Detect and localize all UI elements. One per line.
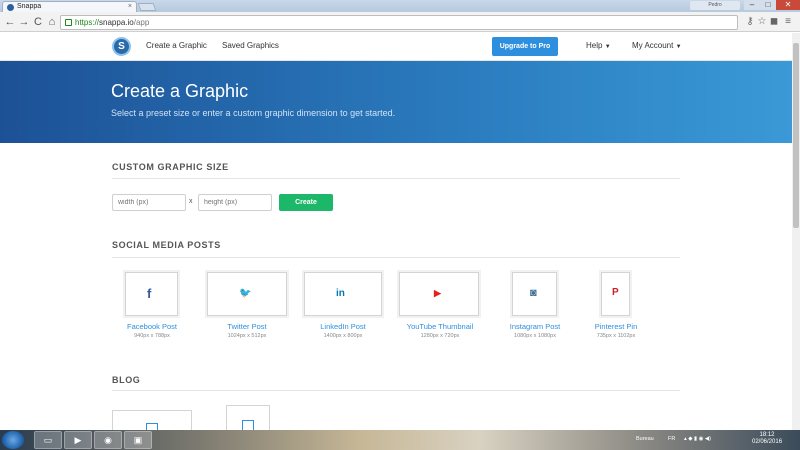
windows-taskbar: ▭ ▶ ◉ ▣ Bureau FR ▴ ◆ ▮ ◉ ◀) 18:12 02/06… — [0, 430, 800, 450]
app-header: S Create a Graphic Saved Graphics Upgrad… — [0, 33, 792, 61]
custom-size-heading: CUSTOM GRAPHIC SIZE — [112, 162, 229, 172]
back-arrow-icon[interactable]: ← — [4, 15, 16, 29]
tray-icons[interactable]: ▴ ◆ ▮ ◉ ◀) — [684, 436, 711, 442]
nav-create-graphic[interactable]: Create a Graphic — [146, 41, 207, 50]
preset-name: Instagram Post — [509, 322, 561, 331]
chevron-down-icon: ▼ — [604, 44, 611, 50]
preset-name: Pinterest Pin — [594, 322, 638, 331]
lock-icon — [65, 19, 72, 26]
upgrade-to-pro-button[interactable]: Upgrade to Pro — [492, 37, 558, 56]
clock-date: 02/06/2016 — [752, 439, 783, 445]
browser-tab[interactable]: Snappa × — [2, 1, 137, 12]
divider — [112, 178, 680, 179]
key-icon[interactable]: ⚷ — [744, 16, 756, 28]
page-scrollbar[interactable] — [792, 33, 800, 430]
nav-help-label: Help — [586, 41, 603, 50]
page-title: Create a Graphic — [111, 81, 249, 101]
system-clock[interactable]: 18:12 02/06/2016 — [752, 432, 782, 446]
page-subtitle: Select a preset size or enter a custom g… — [111, 108, 396, 118]
home-icon[interactable]: ⌂ — [46, 15, 58, 29]
browser-toolbar: ← → C ⌂ https://snappa.io/app ⚷ ☆ ◼ ≡ — [0, 12, 800, 32]
preset-name: Twitter Post — [227, 322, 267, 331]
snappa-favicon-icon — [7, 4, 14, 11]
facebook-icon: f — [147, 286, 152, 301]
snappa-logo[interactable]: S — [112, 37, 131, 56]
preset-name: LinkedIn Post — [320, 322, 366, 331]
nav-my-account[interactable]: My Account ▼ — [632, 41, 682, 50]
hero-banner — [0, 61, 792, 143]
reload-icon[interactable]: C — [32, 15, 44, 29]
blog-heading: BLOG — [112, 375, 141, 385]
twitter-bird-icon: 🐦 — [239, 288, 252, 299]
social-heading: SOCIAL MEDIA POSTS — [112, 240, 221, 250]
tab-close-icon[interactable]: × — [128, 2, 132, 12]
divider — [112, 257, 680, 258]
window-maximize-button[interactable]: □ — [760, 0, 776, 10]
nav-saved-graphics[interactable]: Saved Graphics — [222, 41, 279, 50]
new-tab-button[interactable] — [137, 3, 157, 11]
url-host: snappa.io — [99, 18, 134, 27]
preset-size: 1080px x 1080px — [514, 333, 556, 339]
scrollbar-thumb[interactable] — [793, 43, 799, 228]
preset-name: Facebook Post — [126, 322, 178, 331]
preset-size: 1024px x 512px — [227, 333, 267, 339]
times-sign: x — [189, 198, 193, 205]
preset-name: YouTube Thumbnail — [406, 322, 474, 331]
forward-arrow-icon[interactable]: → — [18, 15, 30, 29]
browser-tab-strip: Snappa × Pedro – □ ✕ — [0, 0, 800, 12]
linkedin-icon: in — [336, 288, 345, 299]
youtube-icon: ▶ — [434, 288, 441, 298]
instagram-icon: ◙ — [530, 287, 537, 299]
chevron-down-icon: ▼ — [675, 44, 682, 50]
tab-title: Snappa — [17, 3, 42, 10]
pinterest-icon: P — [612, 287, 619, 298]
preset-size: 735px x 1102px — [596, 333, 636, 339]
blog-preset-thumbnail[interactable] — [112, 410, 192, 431]
width-input[interactable] — [112, 194, 186, 211]
nav-help[interactable]: Help ▼ — [586, 41, 611, 50]
preset-thumbnail — [125, 272, 178, 316]
extension-icon[interactable]: ◼ — [768, 16, 780, 28]
preset-size: 940px x 788px — [134, 333, 170, 339]
blog-preset-thumbnail[interactable] — [226, 405, 270, 431]
height-input[interactable] — [198, 194, 272, 211]
preset-size: 1400px x 800px — [323, 333, 363, 339]
preset-size: 1280px x 720px — [420, 333, 460, 339]
menu-icon[interactable]: ≡ — [782, 16, 794, 28]
url-scheme: https:// — [75, 18, 100, 27]
window-close-button[interactable]: ✕ — [776, 0, 800, 10]
start-button[interactable] — [2, 431, 24, 449]
address-bar[interactable]: https://snappa.io/app — [60, 15, 738, 30]
url-path: /app — [133, 18, 150, 27]
powerpoint-icon[interactable]: ▣ — [124, 431, 152, 449]
nav-account-label: My Account — [632, 41, 674, 50]
file-explorer-icon[interactable]: ▭ — [34, 431, 62, 449]
language-indicator[interactable]: FR — [668, 436, 675, 442]
chrome-icon[interactable]: ◉ — [94, 431, 122, 449]
window-minimize-button[interactable]: – — [744, 0, 760, 10]
divider — [112, 390, 680, 391]
desktop-toolbar-label[interactable]: Bureau — [636, 436, 654, 442]
bookmark-star-icon[interactable]: ☆ — [756, 16, 768, 28]
browser-user-chip[interactable]: Pedro — [690, 1, 740, 10]
create-button[interactable]: Create — [279, 194, 333, 211]
clock-time: 18:12 — [759, 432, 775, 438]
media-player-icon[interactable]: ▶ — [64, 431, 92, 449]
